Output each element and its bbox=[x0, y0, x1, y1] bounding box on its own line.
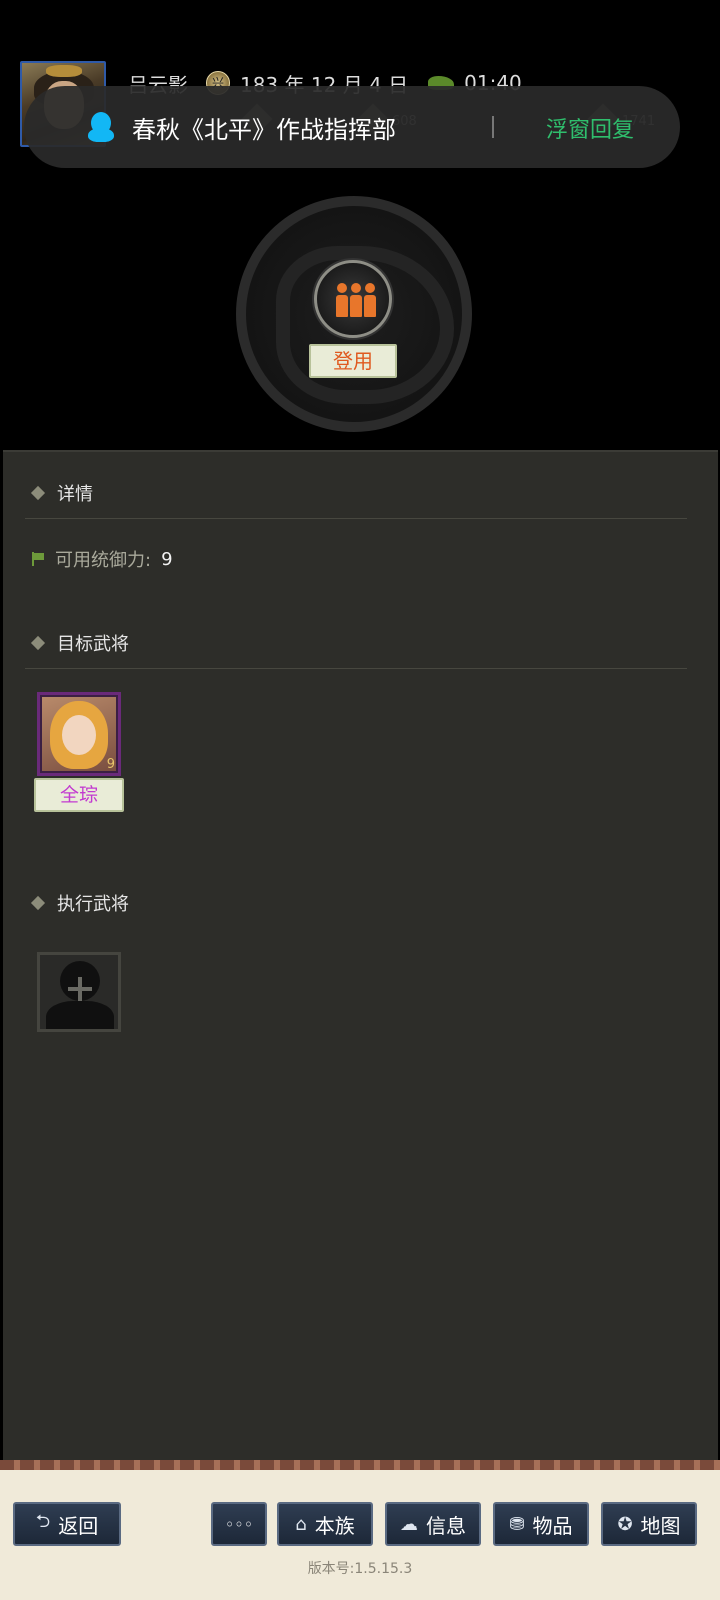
detail-panel: 详情 可用统御力: 9 目标武将 9 全琮 执行武将 bbox=[3, 450, 718, 1460]
command-power-value: 9 bbox=[161, 548, 173, 570]
diamond-bullet-icon bbox=[30, 895, 46, 911]
qq-icon bbox=[88, 112, 114, 142]
section-divider bbox=[25, 518, 687, 519]
target-general-portrait[interactable]: 9 bbox=[37, 692, 121, 776]
plus-icon bbox=[68, 977, 92, 1001]
more-button[interactable]: ◦◦◦ bbox=[211, 1502, 267, 1546]
items-button[interactable]: ⛃ 物品 bbox=[493, 1502, 589, 1546]
notification-title: 春秋《北平》作战指挥部 bbox=[132, 116, 396, 144]
map-button[interactable]: ✪ 地图 bbox=[601, 1502, 697, 1546]
version-label: 版本号:1.5.15.3 bbox=[307, 1561, 413, 1577]
command-power-row: 可用统御力: 9 bbox=[31, 546, 173, 572]
notification-popup[interactable]: 春秋《北平》作战指挥部 浮窗回复 bbox=[24, 86, 680, 168]
recruit-action-label[interactable]: 登用 bbox=[309, 344, 397, 378]
info-button[interactable]: ☁ 信息 bbox=[385, 1502, 481, 1546]
diamond-bullet-icon bbox=[30, 485, 46, 501]
command-power-label: 可用统御力: bbox=[55, 550, 152, 571]
floating-reply-button[interactable]: 浮窗回复 bbox=[546, 112, 634, 144]
more-icon: ◦◦◦ bbox=[224, 1514, 254, 1534]
executor-general-heading: 执行武将 bbox=[30, 890, 129, 916]
target-general-heading: 目标武将 bbox=[30, 630, 129, 656]
clan-button[interactable]: ⌂ 本族 bbox=[277, 1502, 373, 1546]
decorative-trim bbox=[0, 1460, 720, 1470]
chat-bubble-icon: ☁ bbox=[400, 1513, 418, 1535]
recruit-action-button[interactable] bbox=[314, 260, 392, 338]
map-icon: ✪ bbox=[617, 1513, 633, 1535]
notification-divider bbox=[492, 116, 494, 138]
general-level: 9 bbox=[106, 757, 115, 772]
details-heading: 详情 bbox=[30, 480, 93, 506]
clan-icon: ⌂ bbox=[295, 1513, 307, 1535]
back-button[interactable]: ⮌ 返回 bbox=[13, 1502, 121, 1546]
target-general-name[interactable]: 全琮 bbox=[34, 778, 124, 812]
flag-icon bbox=[31, 552, 45, 566]
add-executor-slot[interactable] bbox=[37, 952, 121, 1032]
bag-icon: ⛃ bbox=[509, 1513, 525, 1535]
top-area: 吕云影 兴 183 年 12 月 4 日 01:40 608 1741 春秋《北… bbox=[0, 0, 720, 458]
diamond-bullet-icon bbox=[30, 635, 46, 651]
people-icon bbox=[336, 283, 376, 317]
back-arrow-icon: ⮌ bbox=[35, 1511, 51, 1532]
section-divider bbox=[25, 668, 687, 669]
